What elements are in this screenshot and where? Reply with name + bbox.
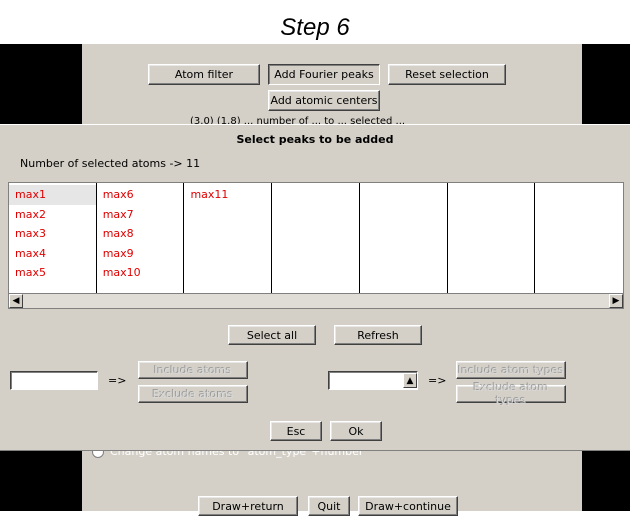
exclude-atom-types-label: Exclude atom types	[473, 381, 549, 407]
refresh-button[interactable]: Refresh	[334, 325, 422, 345]
add-fourier-peaks-label: Add Fourier peaks	[274, 68, 374, 81]
ok-label: Ok	[348, 424, 364, 438]
esc-button[interactable]: Esc	[270, 421, 322, 441]
peaks-column: max6 max7 max8 max9 max10	[97, 183, 185, 293]
atom-filter-label: Atom filter	[174, 68, 234, 81]
peak-cell[interactable]: max6	[97, 185, 184, 205]
scroll-right-icon[interactable]: ▶	[609, 294, 623, 308]
peak-cell[interactable]: max7	[97, 205, 184, 225]
peak-cell[interactable]: max1	[9, 185, 96, 205]
peaks-column	[448, 183, 536, 293]
peaks-grid: max1 max2 max3 max4 max5 max6 max7 max8 …	[8, 182, 624, 294]
atom-filter-button[interactable]: Atom filter	[148, 64, 260, 85]
peak-cell[interactable]: max5	[9, 263, 96, 283]
atom-type-select[interactable]: ▲	[328, 371, 418, 390]
include-arrow: =>	[108, 374, 127, 387]
esc-label: Esc	[286, 424, 306, 438]
horizontal-scrollbar[interactable]: ◀ ▶	[8, 293, 624, 309]
exclude-atom-types-button[interactable]: Exclude atom types	[456, 381, 566, 407]
dropdown-arrow-icon[interactable]: ▲	[403, 373, 417, 388]
peak-cell[interactable]: max2	[9, 205, 96, 225]
include-atom-types-label: Include atom types	[458, 363, 564, 377]
include-atoms-label: Include atoms	[154, 363, 232, 377]
ok-button[interactable]: Ok	[330, 421, 382, 441]
peaks-column	[272, 183, 360, 293]
peaks-column	[360, 183, 448, 293]
peak-cell[interactable]: max8	[97, 224, 184, 244]
peak-cell[interactable]: max4	[9, 244, 96, 264]
add-atomic-centers-button[interactable]: Add atomic centers	[268, 90, 380, 111]
draw-return-button[interactable]: Draw+return	[198, 496, 298, 516]
exclude-atoms-label: Exclude atoms	[152, 387, 234, 401]
scroll-left-icon[interactable]: ◀	[9, 294, 23, 308]
peak-cell[interactable]: max3	[9, 224, 96, 244]
peaks-column: max1 max2 max3 max4 max5	[9, 183, 97, 293]
select-peaks-dialog: Select peaks to be added Number of selec…	[0, 124, 630, 451]
select-all-label: Select all	[246, 328, 298, 342]
quit-button[interactable]: Quit	[308, 496, 350, 516]
add-fourier-peaks-button[interactable]: Add Fourier peaks	[268, 64, 380, 85]
peak-cell[interactable]: max10	[97, 263, 184, 283]
dialog-title: Select peaks to be added	[236, 133, 394, 146]
draw-continue-button[interactable]: Draw+continue	[358, 496, 458, 516]
reset-selection-button[interactable]: Reset selection	[388, 64, 506, 85]
step-title: Step 6	[280, 14, 350, 41]
peak-cell[interactable]: max11	[184, 185, 271, 205]
exclude-atoms-button[interactable]: Exclude atoms	[138, 385, 248, 403]
reset-selection-label: Reset selection	[405, 68, 489, 81]
peak-cell[interactable]: max9	[97, 244, 184, 264]
atom-name-input[interactable]	[10, 371, 98, 390]
peaks-column: max11	[184, 183, 273, 293]
selected-count-label: Number of selected atoms -> 11	[20, 157, 201, 170]
include-atom-types-button[interactable]: Include atom types	[456, 361, 566, 379]
include-atoms-button[interactable]: Include atoms	[138, 361, 248, 379]
peaks-column	[535, 183, 623, 293]
add-atomic-centers-label: Add atomic centers	[270, 94, 378, 107]
select-all-button[interactable]: Select all	[228, 325, 316, 345]
refresh-label: Refresh	[357, 328, 399, 342]
include-types-arrow: =>	[428, 374, 447, 387]
